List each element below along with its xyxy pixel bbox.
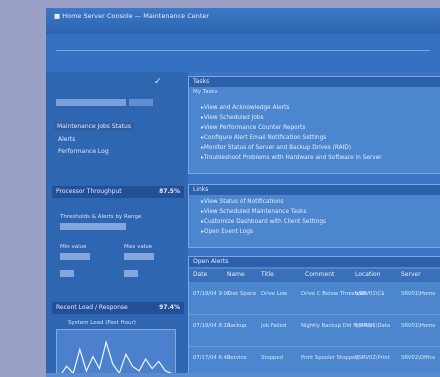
search-input[interactable] <box>56 99 126 106</box>
threshold-field[interactable] <box>60 223 126 230</box>
cpu-panel-title: Processor Throughput <box>56 188 122 195</box>
tasks-header: Tasks <box>189 77 440 87</box>
load-graph <box>56 329 176 377</box>
sidebar: ✓ Maintenance Jobs Status Alerts Perform… <box>46 72 184 377</box>
column-header[interactable]: Date <box>193 271 207 278</box>
tasks-subheader: My Tasks <box>193 89 218 95</box>
max-stepper[interactable] <box>124 270 138 277</box>
links-box: Links View Status of Notifications View … <box>188 184 440 248</box>
quick-link[interactable]: View Status of Notifications <box>201 199 284 205</box>
table-header-row: Date Name Title Comment Location Server <box>189 269 440 282</box>
mouse-cursor-icon: ✓ <box>154 77 162 87</box>
column-header[interactable]: Name <box>227 271 245 278</box>
task-link[interactable]: Configure Alert Email Notification Setti… <box>201 135 326 141</box>
task-link[interactable]: Troubleshoot Problems with Hardware and … <box>201 155 382 161</box>
quick-link[interactable]: View Scheduled Maintenance Tasks <box>201 209 306 215</box>
graph-title: System Load (Past Hour) <box>68 320 136 326</box>
alerts-table: Open Alerts Date Name Title Comment Loca… <box>188 256 440 377</box>
task-link[interactable]: Monitor Status of Server and Backup Driv… <box>201 145 351 151</box>
column-header[interactable]: Comment <box>305 271 334 278</box>
sidebar-item-alerts[interactable]: Alerts <box>58 136 75 143</box>
max-field[interactable] <box>124 253 154 260</box>
load-panel-title: Recent Load / Response <box>56 304 128 311</box>
column-header[interactable]: Title <box>261 271 274 278</box>
tasks-box: Tasks My Tasks View and Acknowledge Aler… <box>188 76 440 174</box>
column-header[interactable]: Location <box>355 271 380 278</box>
load-series-line <box>59 339 173 377</box>
console-window: ■ Home Server Console — Maintenance Cent… <box>46 8 440 377</box>
task-link[interactable]: View Scheduled Jobs <box>201 115 264 121</box>
cpu-panel-header: Processor Throughput 87.5% <box>52 186 184 198</box>
min-field[interactable] <box>60 253 90 260</box>
column-header[interactable]: Server <box>401 271 421 278</box>
title-bar: ■ Home Server Console — Maintenance Cent… <box>46 8 440 35</box>
task-link[interactable]: View Performance Counter Reports <box>201 125 305 131</box>
sidebar-item-jobs[interactable]: Maintenance Jobs Status <box>54 122 134 131</box>
table-row[interactable]: 07/18/04 9:01 Disk Space Drive Low Drive… <box>189 285 440 313</box>
links-header: Links <box>189 185 440 195</box>
window-title: ■ Home Server Console — Maintenance Cent… <box>54 12 210 20</box>
quick-link[interactable]: Open Event Logs <box>201 229 253 235</box>
load-panel-header: Recent Load / Response 97.4% <box>52 302 184 314</box>
max-label: Max value <box>124 244 153 250</box>
threshold-label: Thresholds & Alerts by Range <box>60 214 142 220</box>
toolbar-band <box>46 34 440 72</box>
alerts-header: Open Alerts <box>189 257 440 267</box>
main-content: Tasks My Tasks View and Acknowledge Aler… <box>188 72 440 377</box>
search-button[interactable] <box>129 99 153 106</box>
min-label: Min value <box>60 244 87 250</box>
load-panel-value: 97.4% <box>159 304 180 311</box>
cpu-panel-value: 87.5% <box>159 188 180 195</box>
status-bar <box>46 373 440 377</box>
min-stepper[interactable] <box>60 270 74 277</box>
quick-link[interactable]: Customize Dashboard with Client Settings <box>201 219 326 225</box>
table-row[interactable]: 07/18/04 8:15 Backup Job Failed Nightly … <box>189 317 440 345</box>
task-link[interactable]: View and Acknowledge Alerts <box>201 105 289 111</box>
sidebar-item-perf-log[interactable]: Performance Log <box>58 148 109 155</box>
